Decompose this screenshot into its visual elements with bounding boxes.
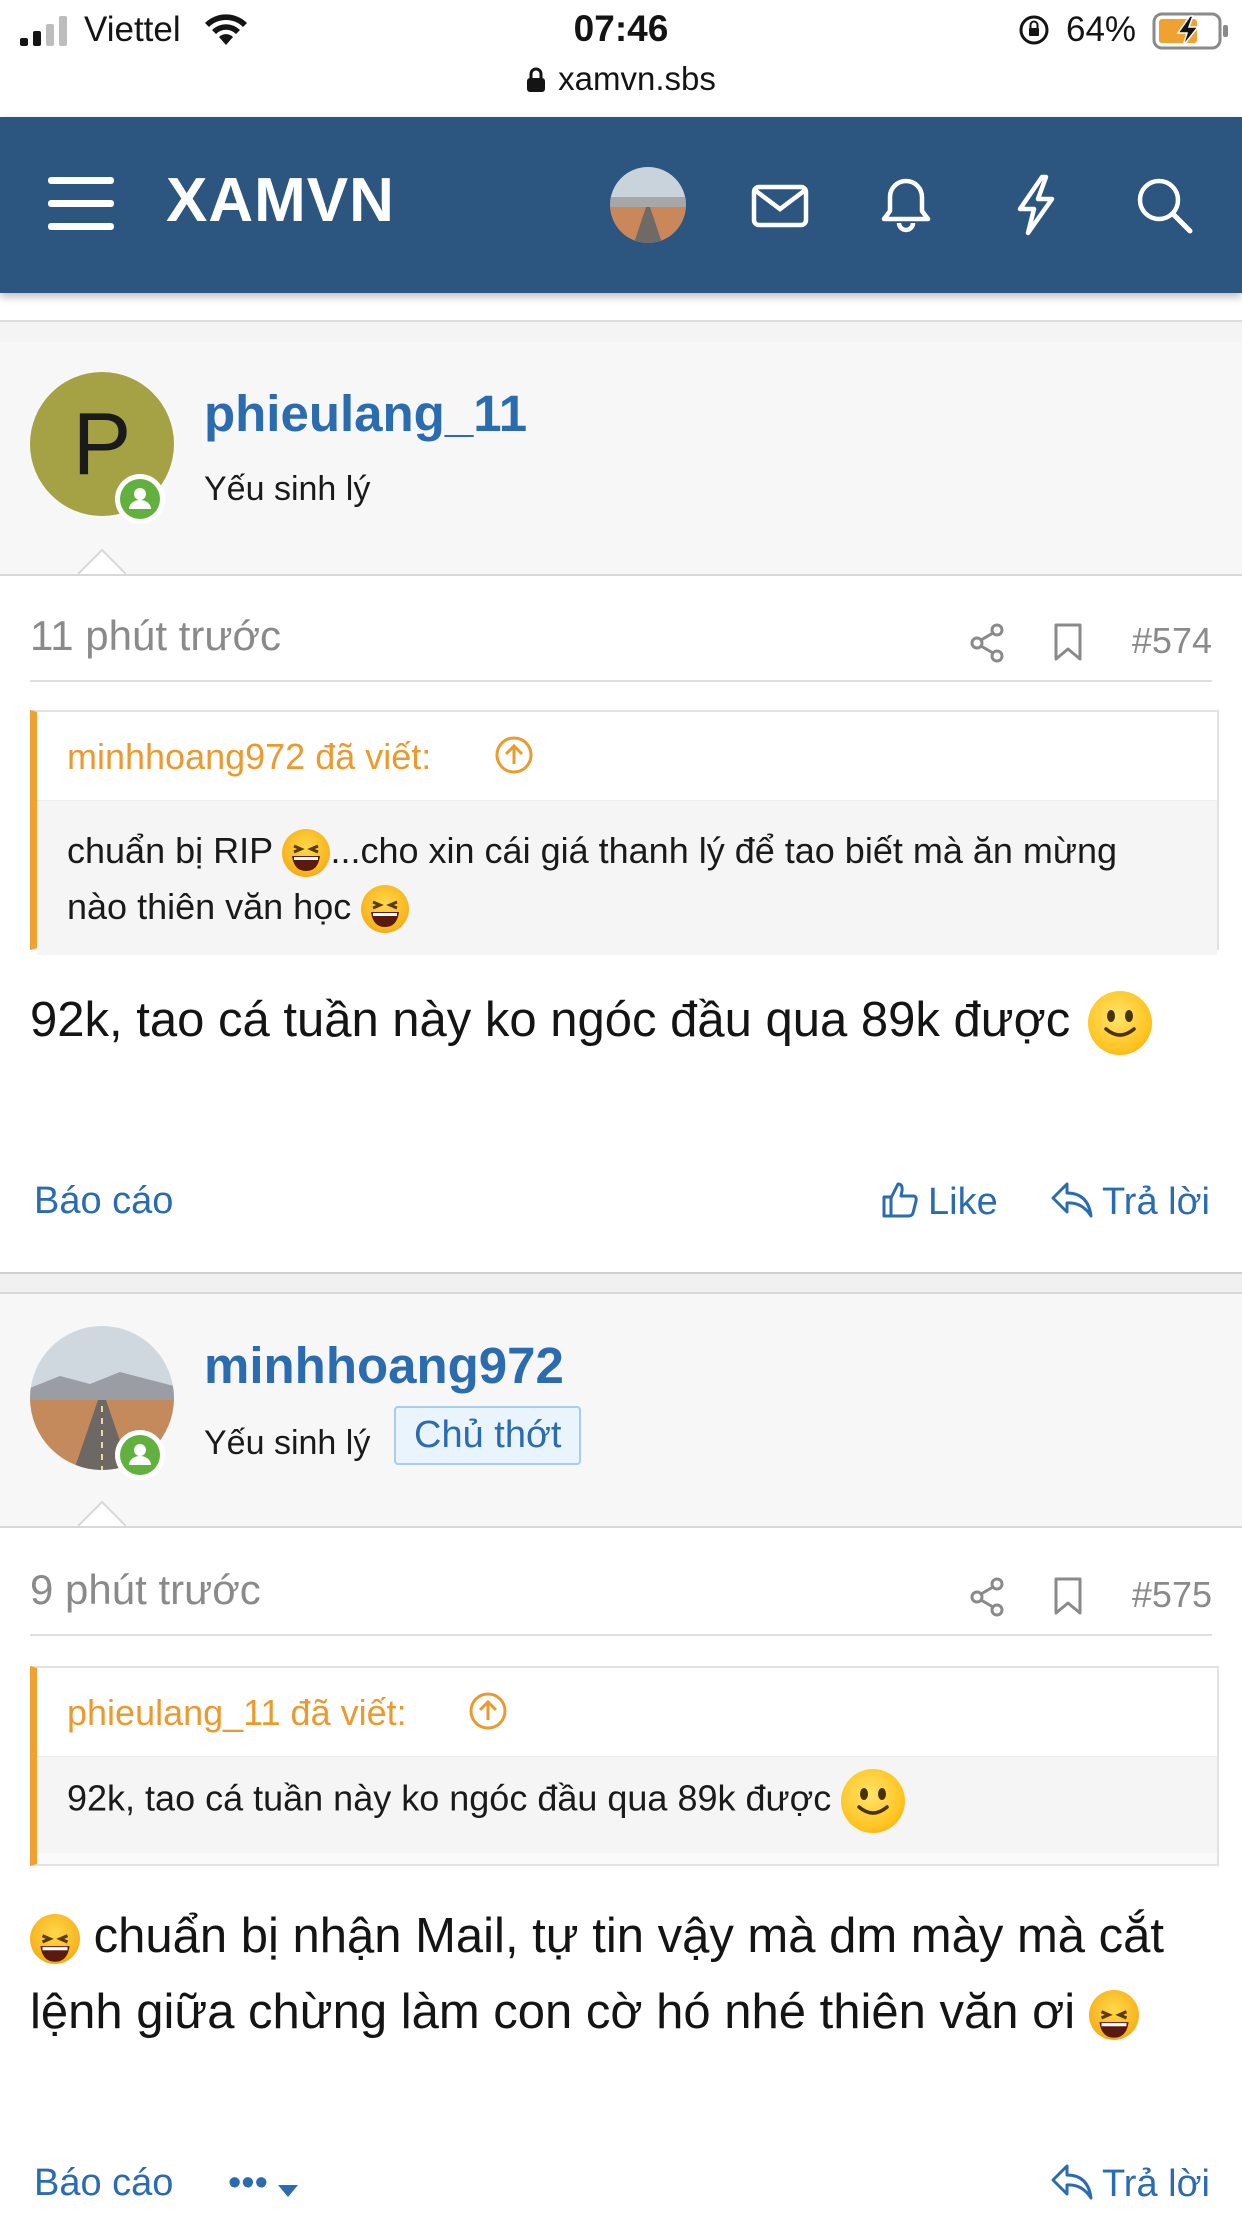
arrow-up-circle-icon[interactable]: [493, 734, 535, 776]
post-actions: Báo cáo ••• Trả lời: [0, 2162, 1242, 2222]
username-link[interactable]: phieulang_11: [204, 384, 527, 443]
quote-body: 92k, tao cá tuần này ko ngóc đầu qua 89k…: [37, 1757, 1217, 1853]
online-status-icon: [115, 1430, 165, 1480]
user-title: Yếu sinh lý: [204, 1424, 371, 1462]
username-link[interactable]: minhhoang972: [204, 1336, 564, 1395]
online-status-icon: [115, 474, 165, 524]
road-landscape-image: [610, 167, 686, 243]
bell-icon[interactable]: [874, 173, 938, 237]
laughing-emoji-icon: [30, 1914, 80, 1965]
bookmark-icon[interactable]: [1052, 622, 1084, 662]
reply-label: Trả lời: [1102, 2163, 1210, 2205]
post-body: 92k, tao cá tuần này ko ngóc đầu qua 89k…: [30, 982, 1220, 1058]
quote-author[interactable]: phieulang_11 đã viết:: [67, 1692, 407, 1734]
reply-button[interactable]: Trả lời: [1050, 2162, 1210, 2206]
post-number[interactable]: #574: [1132, 620, 1212, 662]
smile-emoji-icon: [1087, 991, 1152, 1056]
chevron-down-icon: [277, 2185, 298, 2197]
quote-block: phieulang_11 đã viết: 92k, tao cá tuần n…: [30, 1666, 1219, 1866]
battery-percent: 64%: [1066, 10, 1137, 49]
report-link[interactable]: Báo cáo: [34, 2162, 173, 2205]
post-user-info: minhhoang972 Yếu sinh lý Chủ thớt: [0, 1294, 1242, 1528]
reply-button[interactable]: Trả lời: [1050, 1180, 1210, 1224]
post-actions: Báo cáo Like Trả lời: [0, 1180, 1242, 1240]
menu-icon[interactable]: [48, 175, 114, 231]
post-text: 92k, tao cá tuần này ko ngóc đầu qua 89k…: [30, 993, 1071, 1047]
account-avatar[interactable]: [610, 167, 686, 243]
address-bar[interactable]: xamvn.sbs: [0, 60, 1242, 98]
quote-author[interactable]: minhhoang972 đã viết:: [67, 736, 431, 778]
quote-text: 92k, tao cá tuần này ko ngóc đầu qua 89k…: [67, 1777, 842, 1819]
url-text: xamvn.sbs: [558, 60, 716, 97]
quote-header[interactable]: minhhoang972 đã viết:: [37, 712, 1217, 801]
padlock-icon: [527, 67, 546, 92]
post-body: chuẩn bị nhận Mail, tự tin vậy mà dm mày…: [30, 1898, 1220, 2050]
share-icon[interactable]: [968, 1576, 1006, 1618]
flash-icon[interactable]: [1004, 173, 1068, 237]
reply-icon: [1051, 1182, 1093, 1218]
battery-charging-icon: [1152, 12, 1228, 50]
rotation-lock-icon: [1019, 15, 1049, 45]
like-button[interactable]: Like: [880, 1180, 998, 1224]
divider: [0, 320, 1242, 344]
mail-icon[interactable]: [748, 173, 812, 237]
quote-block: minhhoang972 đã viết: chuẩn bị RIP ...ch…: [30, 710, 1219, 955]
thumbs-up-icon: [882, 1182, 918, 1218]
caret-arrow: [78, 548, 126, 575]
laughing-emoji-icon: [1088, 1990, 1139, 2041]
post-meta: 9 phút trước #575: [30, 1560, 1212, 1636]
arrow-up-circle-icon[interactable]: [467, 1690, 509, 1732]
more-label: •••: [228, 2162, 268, 2204]
quote-body: chuẩn bị RIP ...cho xin cái giá thanh lý…: [37, 801, 1217, 955]
quote-text: chuẩn bị RIP: [67, 830, 283, 871]
post-text: chuẩn bị nhận Mail, tự tin vậy mà dm mày…: [30, 1909, 1165, 2039]
laughing-emoji-icon: [361, 885, 410, 934]
post-time[interactable]: 9 phút trước: [30, 1566, 261, 1614]
post-time[interactable]: 11 phút trước: [30, 612, 281, 660]
status-bar: Viettel 07:46 64% xamvn.sbs: [0, 0, 1242, 115]
quote-header[interactable]: phieulang_11 đã viết:: [37, 1668, 1217, 1757]
user-title: Yếu sinh lý: [204, 470, 371, 508]
clock: 07:46: [573, 8, 669, 49]
report-link[interactable]: Báo cáo: [34, 1180, 173, 1223]
like-label: Like: [928, 1181, 998, 1223]
more-actions-menu[interactable]: •••: [228, 2162, 310, 2205]
smile-emoji-icon: [841, 1769, 906, 1833]
reply-label: Trả lời: [1102, 1181, 1210, 1223]
caret-arrow: [78, 1500, 126, 1527]
bookmark-icon[interactable]: [1052, 1576, 1084, 1616]
app-header: XAMVN: [0, 117, 1242, 293]
site-logo[interactable]: XAMVN: [166, 165, 395, 236]
search-icon[interactable]: [1132, 173, 1196, 237]
thread-starter-badge: Chủ thớt: [394, 1406, 582, 1465]
post-divider: [0, 1272, 1242, 1294]
post-meta: 11 phút trước #574: [30, 606, 1212, 682]
post-user-info: P phieulang_11 Yếu sinh lý: [0, 342, 1242, 576]
post-number[interactable]: #575: [1132, 1574, 1212, 1616]
laughing-emoji-icon: [282, 829, 331, 878]
share-icon[interactable]: [968, 622, 1006, 664]
reply-icon: [1051, 2164, 1093, 2200]
